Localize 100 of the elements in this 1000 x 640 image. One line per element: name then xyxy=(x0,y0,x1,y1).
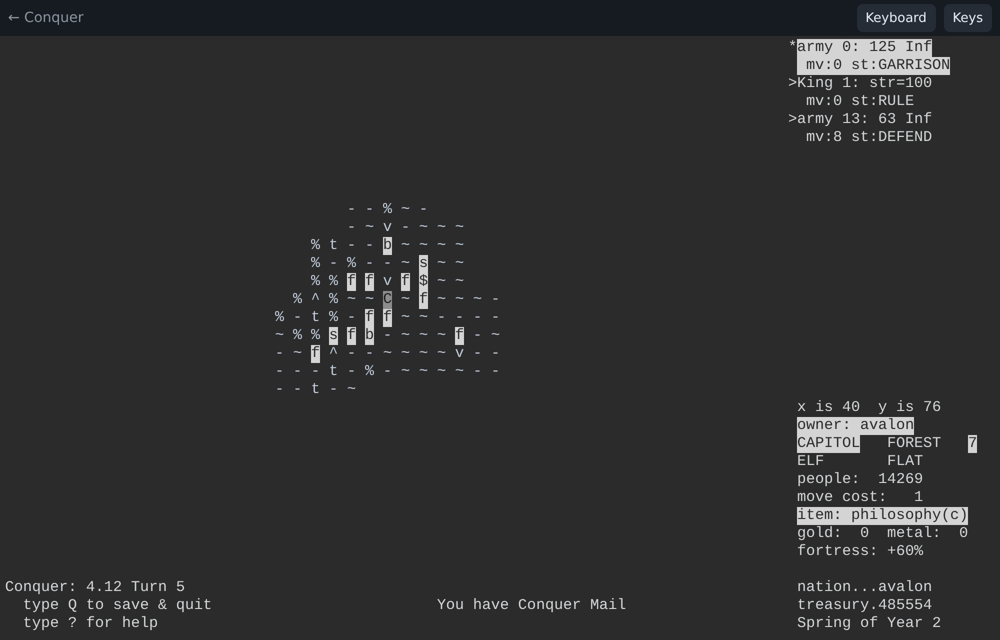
map-symbol: - xyxy=(473,345,482,363)
map-symbol: - xyxy=(491,291,500,309)
map-symbol: ~ xyxy=(455,291,464,309)
map-symbol: - xyxy=(491,309,500,327)
map-symbol: f xyxy=(419,291,428,309)
unit-status: mv:0 st:RULE xyxy=(805,93,914,111)
map-symbol: ~ xyxy=(455,363,464,381)
map-symbol: ^ xyxy=(329,345,338,363)
map-symbol: - xyxy=(383,255,392,273)
map-symbol: - xyxy=(473,309,482,327)
map-symbol: - xyxy=(365,345,374,363)
map-symbol: - xyxy=(275,345,284,363)
map-symbol: ~ xyxy=(419,345,428,363)
map-symbol: ~ xyxy=(419,309,428,327)
map-symbol: % xyxy=(347,255,356,273)
map-symbol: ~ xyxy=(401,237,410,255)
map-symbol: ~ xyxy=(437,219,446,237)
map-symbol: ~ xyxy=(401,291,410,309)
hint-text: type Q to save & quit xyxy=(23,597,212,615)
map-symbol: - xyxy=(491,363,500,381)
map-symbol: - xyxy=(401,219,410,237)
map-symbol: ~ xyxy=(455,219,464,237)
sector-designation: CAPITOL xyxy=(797,435,860,453)
map-symbol: f xyxy=(455,327,464,345)
sector-vegetation: FOREST xyxy=(887,435,942,453)
map-symbol: % xyxy=(329,309,338,327)
sector-metal: metal: 0 xyxy=(887,525,968,543)
map-symbol: v xyxy=(383,273,392,291)
map-symbol: - xyxy=(293,363,302,381)
map-symbol: % xyxy=(293,291,302,309)
map-symbol: C xyxy=(383,291,392,309)
map-symbol: - xyxy=(329,381,338,399)
sector-race: ELF xyxy=(797,453,824,471)
header-button[interactable]: Keyboard xyxy=(856,4,936,32)
map-symbol: f xyxy=(365,273,374,291)
map-symbol: f xyxy=(311,345,320,363)
map-symbol: ~ xyxy=(383,345,392,363)
mail-notice: You have Conquer Mail xyxy=(437,597,626,615)
map-symbol: % xyxy=(365,363,374,381)
map-symbol: ~ xyxy=(419,363,428,381)
map-symbol: - xyxy=(455,309,464,327)
map-symbol: f xyxy=(347,327,356,345)
map-symbol: - xyxy=(347,363,356,381)
map-symbol: - xyxy=(437,309,446,327)
map-symbol: - xyxy=(365,237,374,255)
map-symbol: ~ xyxy=(437,345,446,363)
sector-move-cost: move cost: 1 xyxy=(797,489,924,507)
map-symbol: ~ xyxy=(401,345,410,363)
map-symbol: t xyxy=(329,363,338,381)
sector-people: people: 14269 xyxy=(797,471,924,489)
map-symbol: ~ xyxy=(473,291,482,309)
map-symbol: % xyxy=(329,291,338,309)
map-symbol: ~ xyxy=(401,255,410,273)
map-symbol: % xyxy=(275,309,284,327)
map-symbol: ~ xyxy=(455,255,464,273)
back-link[interactable]: ← Conquer xyxy=(8,10,84,26)
map-symbol: - xyxy=(347,201,356,219)
map-symbol: ~ xyxy=(437,255,446,273)
map-symbol: ~ xyxy=(347,291,356,309)
map-symbol: ~ xyxy=(455,237,464,255)
map-symbol: - xyxy=(293,381,302,399)
map-symbol: ~ xyxy=(401,309,410,327)
map-symbol: - xyxy=(347,219,356,237)
map-symbol: % xyxy=(329,273,338,291)
map-symbol: t xyxy=(329,237,338,255)
unit-status: mv:0 st:GARRISON xyxy=(797,57,950,75)
map-symbol: ~ xyxy=(401,327,410,345)
map-symbol: ~ xyxy=(437,273,446,291)
map-symbol: ^ xyxy=(311,291,320,309)
map-symbol: f xyxy=(347,273,356,291)
nation-name: nation...avalon xyxy=(797,579,932,597)
map-symbol: ~ xyxy=(401,201,410,219)
sector-item: item: philosophy(c) xyxy=(797,507,968,525)
map-symbol: f xyxy=(365,309,374,327)
map-symbol: - xyxy=(419,201,428,219)
map-symbol: ~ xyxy=(365,219,374,237)
map-symbol: ~ xyxy=(419,237,428,255)
map-symbol: % xyxy=(311,255,320,273)
season-text: Spring of Year 2 xyxy=(797,615,942,633)
map-symbol: - xyxy=(347,345,356,363)
map-symbol: - xyxy=(383,363,392,381)
map-symbol: b xyxy=(365,327,374,345)
map-symbol: ~ xyxy=(347,381,356,399)
sector-value: 7 xyxy=(968,435,978,453)
map-symbol: ~ xyxy=(401,363,410,381)
map-symbol: - xyxy=(365,255,374,273)
unit-marker: * xyxy=(788,39,798,57)
map-symbol: - xyxy=(347,309,356,327)
unit-marker: > xyxy=(788,111,798,129)
map-symbol: v xyxy=(383,219,392,237)
map-symbol: - xyxy=(383,327,392,345)
version-text: Conquer: 4.12 Turn 5 xyxy=(5,579,186,597)
map-symbol: s xyxy=(329,327,338,345)
map-symbol: f xyxy=(383,309,392,327)
unit-title: army 0: 125 Inf xyxy=(797,39,932,57)
map-symbol: - xyxy=(311,363,320,381)
sector-fortress: fortress: +60% xyxy=(797,543,924,561)
unit-title: King 1: str=100 xyxy=(797,75,932,93)
sector-elevation: FLAT xyxy=(887,453,924,471)
header-button[interactable]: Keys xyxy=(944,4,992,32)
